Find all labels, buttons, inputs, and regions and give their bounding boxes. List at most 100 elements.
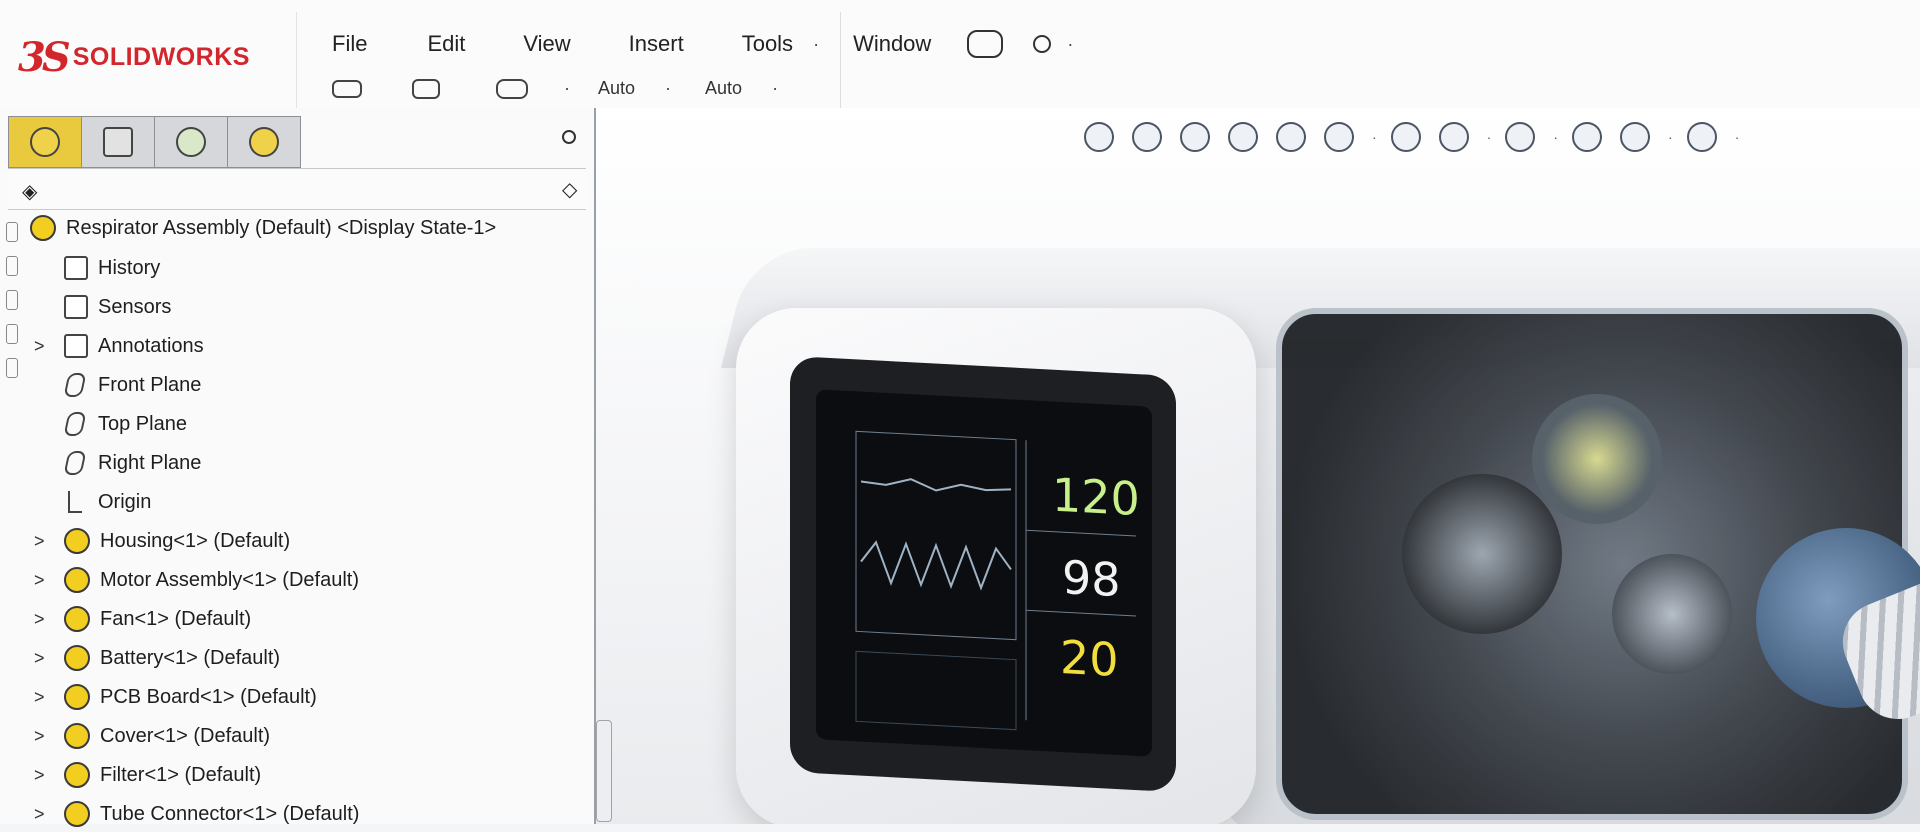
tree-item-label: Right Plane: [98, 451, 202, 474]
expand-diamond-icon[interactable]: ◇: [562, 177, 577, 202]
menu-file[interactable]: File: [332, 31, 367, 57]
expand-chevron-icon[interactable]: >: [34, 609, 45, 630]
expand-chevron-icon[interactable]: >: [34, 687, 45, 708]
filter-part: [1612, 554, 1732, 674]
heart-rate-value: 120: [1052, 467, 1140, 527]
part-icon: [64, 567, 90, 593]
tree-item-label: Sensors: [98, 295, 172, 318]
feature-manager-icon: [30, 127, 60, 157]
menu-view[interactable]: View: [523, 31, 570, 57]
view-orientation-icon[interactable]: [1324, 122, 1354, 152]
plane-icon: [63, 451, 87, 475]
display-style-icon[interactable]: [1390, 122, 1421, 152]
auto-dropdown-1[interactable]: Auto: [598, 78, 635, 99]
part-icon: [64, 645, 90, 671]
rail-icon[interactable]: [6, 290, 18, 310]
display-pane-icon[interactable]: [1686, 122, 1717, 152]
tree-item-label: Tube Connector<1> (Default): [100, 802, 360, 825]
previous-view-icon[interactable]: [1180, 122, 1210, 152]
logo-area: 3S SOLIDWORKS: [0, 12, 297, 108]
history-icon: [64, 256, 88, 280]
tree-item-tube-connector[interactable]: Tube Connector<1> (Default): [64, 796, 359, 832]
tree-item-history[interactable]: History: [64, 250, 160, 286]
tree-item-sensors[interactable]: Sensors: [64, 289, 171, 325]
part-icon: [64, 684, 90, 710]
dropdown-dot: ·: [1372, 129, 1377, 145]
tab-configuration-manager[interactable]: [154, 116, 228, 168]
auto-dropdown-2[interactable]: Auto: [705, 78, 742, 99]
dropdown-dot: ·: [1668, 129, 1673, 145]
tree-item-filter[interactable]: Filter<1> (Default): [64, 757, 261, 793]
tree-item-annotations[interactable]: Annotations: [64, 328, 204, 364]
solidworks-logo: 3S SOLIDWORKS: [18, 34, 250, 81]
tree-item-label: Cover<1> (Default): [100, 724, 271, 747]
expand-chevron-icon[interactable]: >: [34, 726, 45, 747]
tree-item-origin[interactable]: Origin: [68, 484, 151, 520]
annotations-icon: [64, 334, 88, 358]
filter-icon[interactable]: ◈: [22, 179, 37, 204]
display-manager-icon: [249, 127, 279, 157]
tab-display-manager[interactable]: [227, 116, 301, 168]
tree-item-right-plane[interactable]: Right Plane: [63, 445, 202, 481]
menu-insert[interactable]: Insert: [629, 31, 684, 57]
tree-item-cover[interactable]: Cover<1> (Default): [64, 718, 270, 754]
ds-logo-mark: 3S: [18, 34, 71, 81]
panel-fold-handle[interactable]: [596, 720, 612, 822]
tree-item-fan[interactable]: Fan<1> (Default): [64, 601, 251, 637]
resp-rate-value: 20: [1060, 629, 1119, 688]
tree-item-label: PCB Board<1> (Default): [100, 685, 317, 708]
open-icon[interactable]: [412, 78, 440, 99]
heads-up-view-toolbar: · · · · ·: [1084, 122, 1753, 152]
rail-icon[interactable]: [6, 324, 18, 344]
graphics-area[interactable]: · · · · · 120 98 20: [596, 108, 1920, 824]
tree-item-top-plane[interactable]: Top Plane: [63, 406, 187, 442]
assembly-icon: [30, 215, 56, 241]
rail-icon[interactable]: [6, 256, 18, 276]
tree-item-label: Origin: [98, 490, 152, 513]
part-icon: [64, 528, 90, 554]
tree-item-motor-assembly[interactable]: Motor Assembly<1> (Default): [64, 562, 359, 598]
dynamic-annotation-icon[interactable]: [1276, 122, 1306, 152]
toolbar-dot-3: ·: [772, 78, 779, 98]
panel-collapse-icon[interactable]: [562, 130, 576, 144]
new-doc-icon[interactable]: [332, 79, 362, 98]
rail-icon[interactable]: [6, 222, 18, 242]
left-rail: [4, 208, 20, 378]
toolbar-dot: ·: [564, 78, 570, 98]
tab-property-manager[interactable]: [81, 116, 155, 168]
tree-item-front-plane[interactable]: Front Plane: [63, 367, 201, 403]
tree-item-battery[interactable]: Battery<1> (Default): [64, 640, 280, 676]
tree-root-item[interactable]: Respirator Assembly (Default) <Display S…: [30, 210, 496, 246]
zoom-to-fit-icon[interactable]: [1084, 122, 1114, 152]
menu-edit[interactable]: Edit: [427, 31, 465, 57]
tab-feature-manager[interactable]: [8, 116, 82, 168]
hide-show-icon[interactable]: [1438, 122, 1469, 152]
save-icon[interactable]: [496, 78, 528, 99]
expand-chevron-icon[interactable]: >: [34, 336, 45, 357]
expand-chevron-icon[interactable]: >: [34, 804, 45, 825]
options-icon[interactable]: [1033, 35, 1052, 53]
tree-item-label: Top Plane: [98, 412, 187, 435]
help-icon[interactable]: [967, 30, 1004, 58]
dropdown-dot: ·: [1486, 129, 1492, 145]
app-logo-text: SOLIDWORKS: [72, 43, 250, 71]
tree-item-label: Filter<1> (Default): [100, 763, 262, 786]
zoom-area-icon[interactable]: [1132, 122, 1162, 152]
tree-item-housing[interactable]: Housing<1> (Default): [64, 523, 290, 559]
tree-item-pcb-board[interactable]: PCB Board<1> (Default): [64, 679, 317, 715]
expand-chevron-icon[interactable]: >: [34, 531, 45, 552]
apply-scene-icon[interactable]: [1572, 122, 1603, 152]
menu-tools[interactable]: Tools: [742, 31, 793, 57]
tree-item-label: Motor Assembly<1> (Default): [100, 568, 359, 591]
dropdown-dot: ·: [1734, 129, 1740, 145]
view-settings-icon[interactable]: [1620, 122, 1651, 152]
expand-chevron-icon[interactable]: >: [34, 765, 45, 786]
tree-item-label: Battery<1> (Default): [100, 646, 281, 669]
menu-window[interactable]: Window: [853, 31, 931, 57]
rail-icon[interactable]: [6, 358, 18, 378]
expand-chevron-icon[interactable]: >: [34, 570, 45, 591]
part-icon: [64, 801, 90, 827]
section-view-icon[interactable]: [1228, 122, 1258, 152]
expand-chevron-icon[interactable]: >: [34, 648, 45, 669]
edit-appearance-icon[interactable]: [1505, 122, 1536, 152]
